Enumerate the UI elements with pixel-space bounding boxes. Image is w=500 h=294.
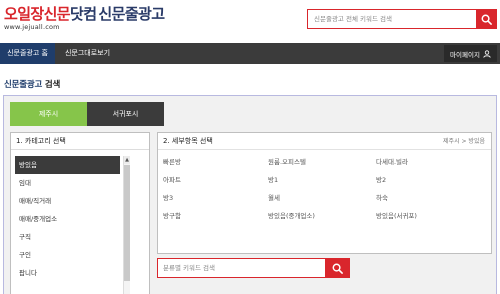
detail-item[interactable]: 방있음(서귀포) bbox=[376, 210, 417, 220]
detail-item[interactable]: 방2 bbox=[376, 174, 386, 184]
page-title-sub: 검색 bbox=[44, 80, 61, 90]
detail-item[interactable]: 월세 bbox=[268, 192, 280, 202]
global-search-box bbox=[307, 9, 497, 29]
user-icon bbox=[483, 49, 491, 58]
category-item[interactable]: 임대 bbox=[15, 174, 120, 192]
detail-item[interactable]: 방1 bbox=[268, 174, 278, 184]
logo-text-part1: 오일장신문 bbox=[4, 5, 71, 23]
detail-item[interactable]: 원룸.오피스텔 bbox=[268, 156, 306, 166]
category-item[interactable]: 구직 bbox=[15, 228, 120, 246]
site-logo[interactable]: 오일장신문닷컴 신문줄광고 www.jejuall.com bbox=[4, 5, 165, 31]
category-item[interactable]: 방있음 bbox=[15, 156, 120, 174]
detail-item[interactable]: 방3 bbox=[163, 192, 173, 202]
category-list[interactable]: 방있음 임대 매매/직거래 매매/중개업소 구직 구인 팝니다 bbox=[15, 156, 120, 282]
scrollbar-thumb[interactable] bbox=[124, 165, 130, 281]
detail-item[interactable]: 하숙 bbox=[376, 192, 388, 202]
search-panel: 제주시 서귀포시 1. 카테고리 선택 방있음 임대 매매/직거래 매매/중개업… bbox=[3, 95, 497, 294]
detail-item[interactable]: 빠른방 bbox=[163, 156, 181, 166]
detail-item[interactable]: 아파트 bbox=[163, 174, 181, 184]
detail-heading-bar: 2. 세부항목 선택 제주시 > 방있음 bbox=[158, 133, 491, 150]
global-search-input[interactable] bbox=[308, 10, 476, 28]
category-heading: 1. 카테고리 선택 bbox=[11, 133, 149, 150]
category-item[interactable]: 매매/중개업소 bbox=[15, 210, 120, 228]
search-icon bbox=[481, 14, 492, 25]
logo-url: www.jejuall.com bbox=[4, 23, 60, 31]
category-search-box bbox=[157, 258, 350, 278]
page-title-main: 신문줄광고 bbox=[4, 80, 43, 90]
mypage-button[interactable]: 마이페이지 bbox=[444, 45, 497, 62]
search-icon bbox=[332, 263, 343, 274]
category-search-button[interactable] bbox=[325, 259, 349, 277]
main-nav: 신문줄광고 홈 신문그대로보기 마이페이지 bbox=[0, 43, 500, 64]
logo-text-part3: 신문줄광고 bbox=[98, 5, 165, 23]
scroll-up-arrow-icon[interactable]: ▲ bbox=[124, 156, 130, 164]
nav-tab-newspaper-view[interactable]: 신문그대로보기 bbox=[55, 43, 120, 64]
nav-tab-home[interactable]: 신문줄광고 홈 bbox=[0, 43, 55, 64]
category-item[interactable]: 팝니다 bbox=[15, 264, 120, 282]
region-tab-seogwipo[interactable]: 서귀포시 bbox=[87, 102, 164, 126]
detail-box: 2. 세부항목 선택 제주시 > 방있음 빠른방 원룸.오피스텔 다세대.빌라 … bbox=[157, 132, 492, 254]
detail-item[interactable]: 방구함 bbox=[163, 210, 181, 220]
logo-text-part2: 닷컴 bbox=[70, 5, 97, 23]
global-search-button[interactable] bbox=[476, 10, 496, 28]
detail-breadcrumb: 제주시 > 방있음 bbox=[443, 138, 485, 145]
mypage-label: 마이페이지 bbox=[450, 50, 480, 59]
detail-heading: 2. 세부항목 선택 bbox=[163, 137, 213, 145]
region-tab-jeju[interactable]: 제주시 bbox=[10, 102, 87, 126]
category-box: 1. 카테고리 선택 방있음 임대 매매/직거래 매매/중개업소 구직 구인 팝… bbox=[10, 132, 150, 294]
page-title: 신문줄광고 검색 bbox=[4, 78, 60, 90]
category-item[interactable]: 구인 bbox=[15, 246, 120, 264]
category-item[interactable]: 매매/직거래 bbox=[15, 192, 120, 210]
detail-item[interactable]: 다세대.빌라 bbox=[376, 156, 408, 166]
category-search-input[interactable] bbox=[158, 259, 325, 277]
detail-item[interactable]: 방있음(중개업소) bbox=[268, 210, 315, 220]
category-scrollbar[interactable]: ▲ bbox=[123, 156, 130, 294]
